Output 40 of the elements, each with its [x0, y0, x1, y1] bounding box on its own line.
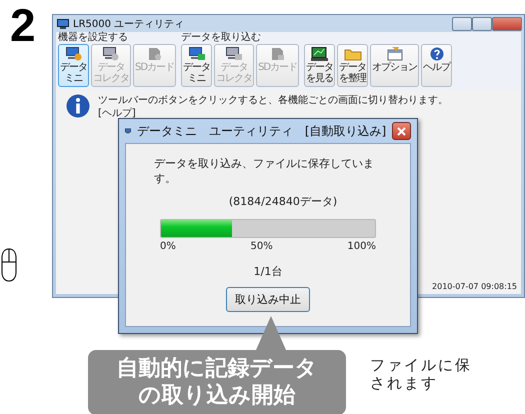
monitor-icon — [188, 47, 205, 61]
device-count: 1/1台 — [254, 264, 282, 279]
window-title: LR5000 ユーティリティ — [73, 18, 184, 30]
dialog-title: データミニ ユーティリティ [自動取り込み] — [136, 122, 386, 140]
close-icon — [397, 126, 406, 136]
monitor-icon — [66, 47, 82, 61]
toolbar-button[interactable]: データ を整理 — [337, 44, 368, 87]
record-count: (8184/24840データ) — [228, 194, 338, 209]
progress-tick-label: 0% — [160, 241, 176, 252]
info-icon — [66, 94, 90, 118]
maximize-button[interactable] — [472, 16, 492, 30]
toolbar-button[interactable]: データ ミニ — [181, 44, 212, 87]
help-icon — [430, 47, 444, 61]
toolbar-button[interactable]: オプション — [370, 44, 420, 87]
folder-icon — [344, 47, 362, 61]
info-text: ツールバーのボタンをクリックすると、各機能ごとの画面に切り替わります。 — [98, 94, 448, 107]
toolbar-button[interactable]: ヘルプ — [421, 44, 452, 87]
progress-tick-label: 100% — [347, 241, 376, 252]
progress-tick-label: 50% — [250, 241, 273, 252]
toolbar-group-label: 機器を設定する — [58, 32, 129, 44]
monitor-icon — [57, 18, 69, 28]
memory-card-icon — [148, 47, 162, 61]
status-timestamp: 2010-07-07 09:08:15 — [432, 282, 517, 291]
toolbar-button[interactable]: データ を見る — [304, 44, 336, 87]
monitor-icon — [103, 47, 119, 61]
laptop-chart-icon — [310, 47, 329, 61]
memory-card-icon — [270, 47, 285, 61]
monitor-icon — [226, 47, 242, 61]
mouse-icon — [1, 248, 17, 282]
toolbar-group-label: データを取り込む — [181, 32, 262, 44]
toolbar-button[interactable]: データ ミニ — [58, 44, 89, 87]
window-icon — [386, 47, 403, 61]
minimize-button[interactable] — [452, 16, 472, 30]
callout-text: 自動的に記録データ の取り込み開始 — [116, 355, 318, 409]
side-note: ファイルに保 されます — [370, 356, 472, 392]
info-text: [ヘルプ] — [98, 107, 137, 120]
cancel-import-button[interactable]: 取り込み中止 — [226, 287, 310, 312]
close-button[interactable] — [392, 122, 411, 140]
status-message: データを取り込み、ファイルに保存しています。 — [154, 156, 375, 186]
step-number: 2 — [10, 2, 36, 48]
